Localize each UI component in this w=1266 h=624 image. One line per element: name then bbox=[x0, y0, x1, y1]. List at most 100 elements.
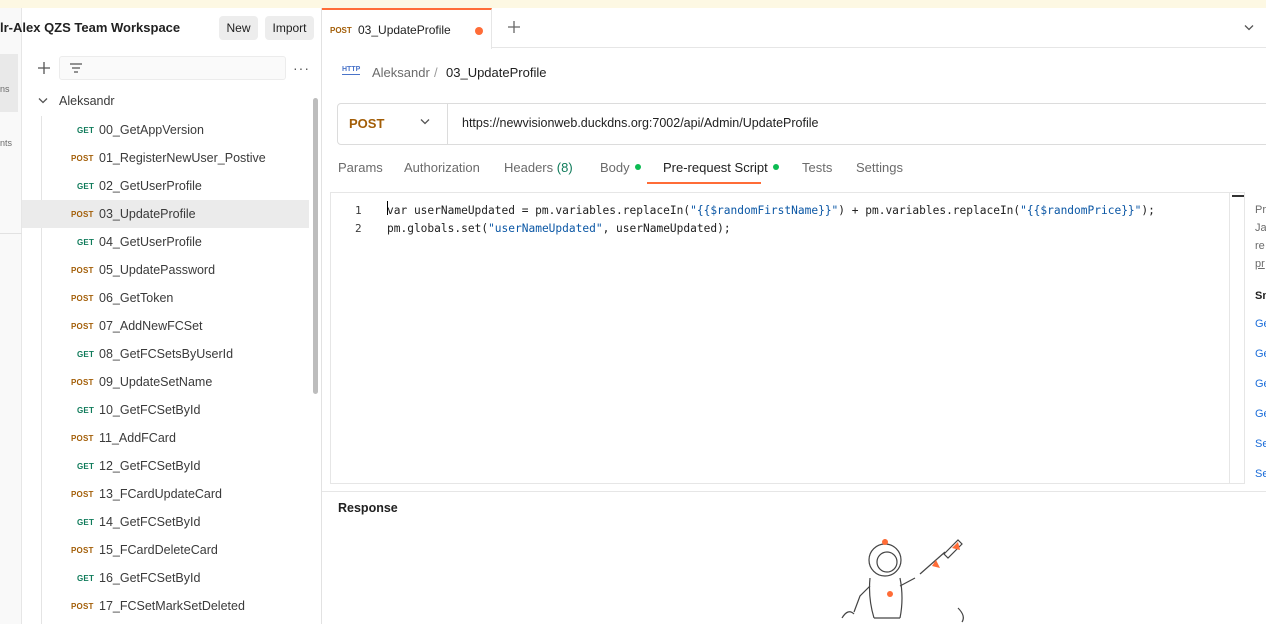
line-number: 2 bbox=[355, 222, 362, 235]
snippet-link[interactable]: Ge bbox=[1255, 408, 1266, 420]
request-method: GET bbox=[77, 462, 95, 471]
rail-item-environments-label[interactable]: nts bbox=[0, 138, 12, 148]
code-line-1[interactable]: var userNameUpdated = pm.variables.repla… bbox=[387, 204, 1155, 217]
snippet-link[interactable]: Se bbox=[1255, 438, 1266, 450]
request-item[interactable]: POST 05_UpdatePassword bbox=[22, 256, 309, 284]
breadcrumb-current[interactable]: 03_UpdateProfile bbox=[446, 65, 546, 80]
request-name: 12_GetFCSetById bbox=[99, 459, 201, 473]
tab-name: 03_UpdateProfile bbox=[358, 23, 451, 37]
request-method: GET bbox=[77, 238, 95, 247]
request-item[interactable]: GET 00_GetAppVersion bbox=[22, 116, 309, 144]
request-item[interactable]: GET 02_GetUserProfile bbox=[22, 172, 309, 200]
code-string: "{{$randomFirstName}}" bbox=[690, 204, 839, 217]
editor-scroll-thumb[interactable] bbox=[1232, 195, 1244, 197]
http-icon: HTTP bbox=[342, 66, 361, 75]
request-item[interactable]: GET 10_GetFCSetById bbox=[22, 396, 309, 424]
panel-text: Ja bbox=[1255, 222, 1266, 234]
request-item[interactable]: POST 09_UpdateSetName bbox=[22, 368, 309, 396]
tab-headers[interactable]: Headers (8) bbox=[504, 160, 573, 175]
request-method: POST bbox=[71, 546, 94, 555]
add-tab-icon[interactable] bbox=[507, 20, 521, 34]
tab-bar: POST 03_UpdateProfile bbox=[322, 8, 1266, 49]
tab-settings[interactable]: Settings bbox=[856, 160, 903, 175]
code-string: "{{$randomPrice}}" bbox=[1020, 204, 1142, 217]
tab-03-updateprofile[interactable]: POST 03_UpdateProfile bbox=[322, 8, 492, 49]
request-item[interactable]: GET 16_GetFCSetById bbox=[22, 564, 309, 592]
code-segment: ) + pm.variables.replaceIn( bbox=[838, 204, 1021, 217]
astronaut-illustration bbox=[841, 539, 964, 623]
request-method: POST bbox=[71, 322, 94, 331]
more-options-icon[interactable]: ··· bbox=[293, 61, 310, 75]
filter-input[interactable] bbox=[59, 56, 286, 80]
panel-text: Pre bbox=[1255, 204, 1266, 216]
request-item[interactable]: POST 15_FCardDeleteCard bbox=[22, 536, 309, 564]
request-item[interactable]: POST 03_UpdateProfile bbox=[22, 200, 309, 228]
code-line-2[interactable]: pm.globals.set("userNameUpdated", userNa… bbox=[387, 222, 731, 235]
tab-prerequest-label: Pre-request Script bbox=[663, 160, 768, 175]
request-item[interactable]: POST 17_FCSetMarkSetDeleted bbox=[22, 592, 309, 620]
response-title: Response bbox=[338, 501, 398, 515]
request-name: 15_FCardDeleteCard bbox=[99, 543, 218, 557]
text-cursor bbox=[387, 201, 388, 215]
breadcrumb-parent[interactable]: Aleksandr bbox=[372, 65, 430, 80]
tab-body-label: Body bbox=[600, 160, 630, 175]
panel-link[interactable]: pr bbox=[1255, 258, 1265, 270]
request-method: GET bbox=[77, 350, 95, 359]
tab-authorization[interactable]: Authorization bbox=[404, 160, 480, 175]
editor-scrollbar[interactable] bbox=[1229, 193, 1245, 483]
url-input[interactable]: https://newvisionweb.duckdns.org:7002/ap… bbox=[462, 116, 818, 130]
rail-selected-item[interactable] bbox=[0, 54, 18, 112]
request-method: POST bbox=[71, 490, 94, 499]
script-editor[interactable]: 1 2 var userNameUpdated = pm.variables.r… bbox=[330, 192, 1244, 484]
rail-item-collections-label[interactable]: ns bbox=[0, 84, 10, 94]
panel-text: re bbox=[1255, 240, 1265, 252]
tab-body[interactable]: Body bbox=[600, 160, 641, 175]
chevron-down-icon[interactable] bbox=[1244, 24, 1254, 32]
tab-params[interactable]: Params bbox=[338, 160, 383, 175]
request-method: GET bbox=[77, 518, 95, 527]
request-item[interactable]: POST 13_FCardUpdateCard bbox=[22, 480, 309, 508]
request-method: GET bbox=[77, 574, 95, 583]
request-item[interactable]: POST 06_GetToken bbox=[22, 284, 309, 312]
request-method: POST bbox=[71, 434, 94, 443]
collection-row[interactable]: Aleksandr bbox=[22, 92, 312, 112]
new-button[interactable]: New bbox=[219, 16, 258, 40]
url-bar: POST https://newvisionweb.duckdns.org:70… bbox=[337, 103, 1266, 145]
import-button[interactable]: Import bbox=[265, 16, 314, 40]
unsaved-dot bbox=[475, 27, 483, 35]
request-name: 17_FCSetMarkSetDeleted bbox=[99, 599, 245, 613]
snippets-heading: Sn bbox=[1255, 290, 1266, 302]
request-name: 06_GetToken bbox=[99, 291, 174, 305]
request-item[interactable]: POST 07_AddNewFCSet bbox=[22, 312, 309, 340]
plus-icon[interactable] bbox=[36, 60, 52, 76]
snippet-link[interactable]: Ge bbox=[1255, 318, 1266, 330]
request-item[interactable]: GET 04_GetUserProfile bbox=[22, 228, 309, 256]
sidebar-scrollbar[interactable] bbox=[313, 98, 318, 394]
response-divider[interactable] bbox=[322, 491, 1266, 492]
top-notification-strip bbox=[0, 0, 1266, 8]
request-method: GET bbox=[77, 182, 95, 191]
left-rail: ns nts bbox=[0, 8, 22, 624]
request-item[interactable]: POST 11_AddFCard bbox=[22, 424, 309, 452]
request-name: 00_GetAppVersion bbox=[99, 123, 204, 137]
code-string: "userNameUpdated" bbox=[488, 222, 603, 235]
request-name: 02_GetUserProfile bbox=[99, 179, 202, 193]
tab-pre-request-script[interactable]: Pre-request Script bbox=[663, 160, 779, 175]
method-select[interactable]: POST bbox=[338, 104, 448, 144]
code-segment: var userNameUpdated = pm.variables.repla… bbox=[387, 204, 691, 217]
method-value: POST bbox=[349, 116, 385, 131]
snippet-link[interactable]: Se bbox=[1255, 468, 1266, 480]
tab-tests[interactable]: Tests bbox=[802, 160, 832, 175]
snippet-link[interactable]: Ge bbox=[1255, 378, 1266, 390]
request-name: 08_GetFCSetsByUserId bbox=[99, 347, 234, 361]
snippet-link[interactable]: Ge bbox=[1255, 348, 1266, 360]
code-segment: ); bbox=[1141, 204, 1155, 217]
chevron-down-icon bbox=[420, 119, 430, 125]
collection-name: Aleksandr bbox=[59, 94, 115, 108]
request-item[interactable]: GET 08_GetFCSetsByUserId bbox=[22, 340, 309, 368]
request-item[interactable]: GET 12_GetFCSetById bbox=[22, 452, 309, 480]
request-item[interactable]: GET 14_GetFCSetById bbox=[22, 508, 309, 536]
request-item[interactable]: POST 01_RegisterNewUser_Postive bbox=[22, 144, 309, 172]
snippets-panel: Pre Ja re pr Sn Ge Ge Ge Ge Se Se bbox=[1244, 192, 1266, 484]
request-method: POST bbox=[71, 378, 94, 387]
